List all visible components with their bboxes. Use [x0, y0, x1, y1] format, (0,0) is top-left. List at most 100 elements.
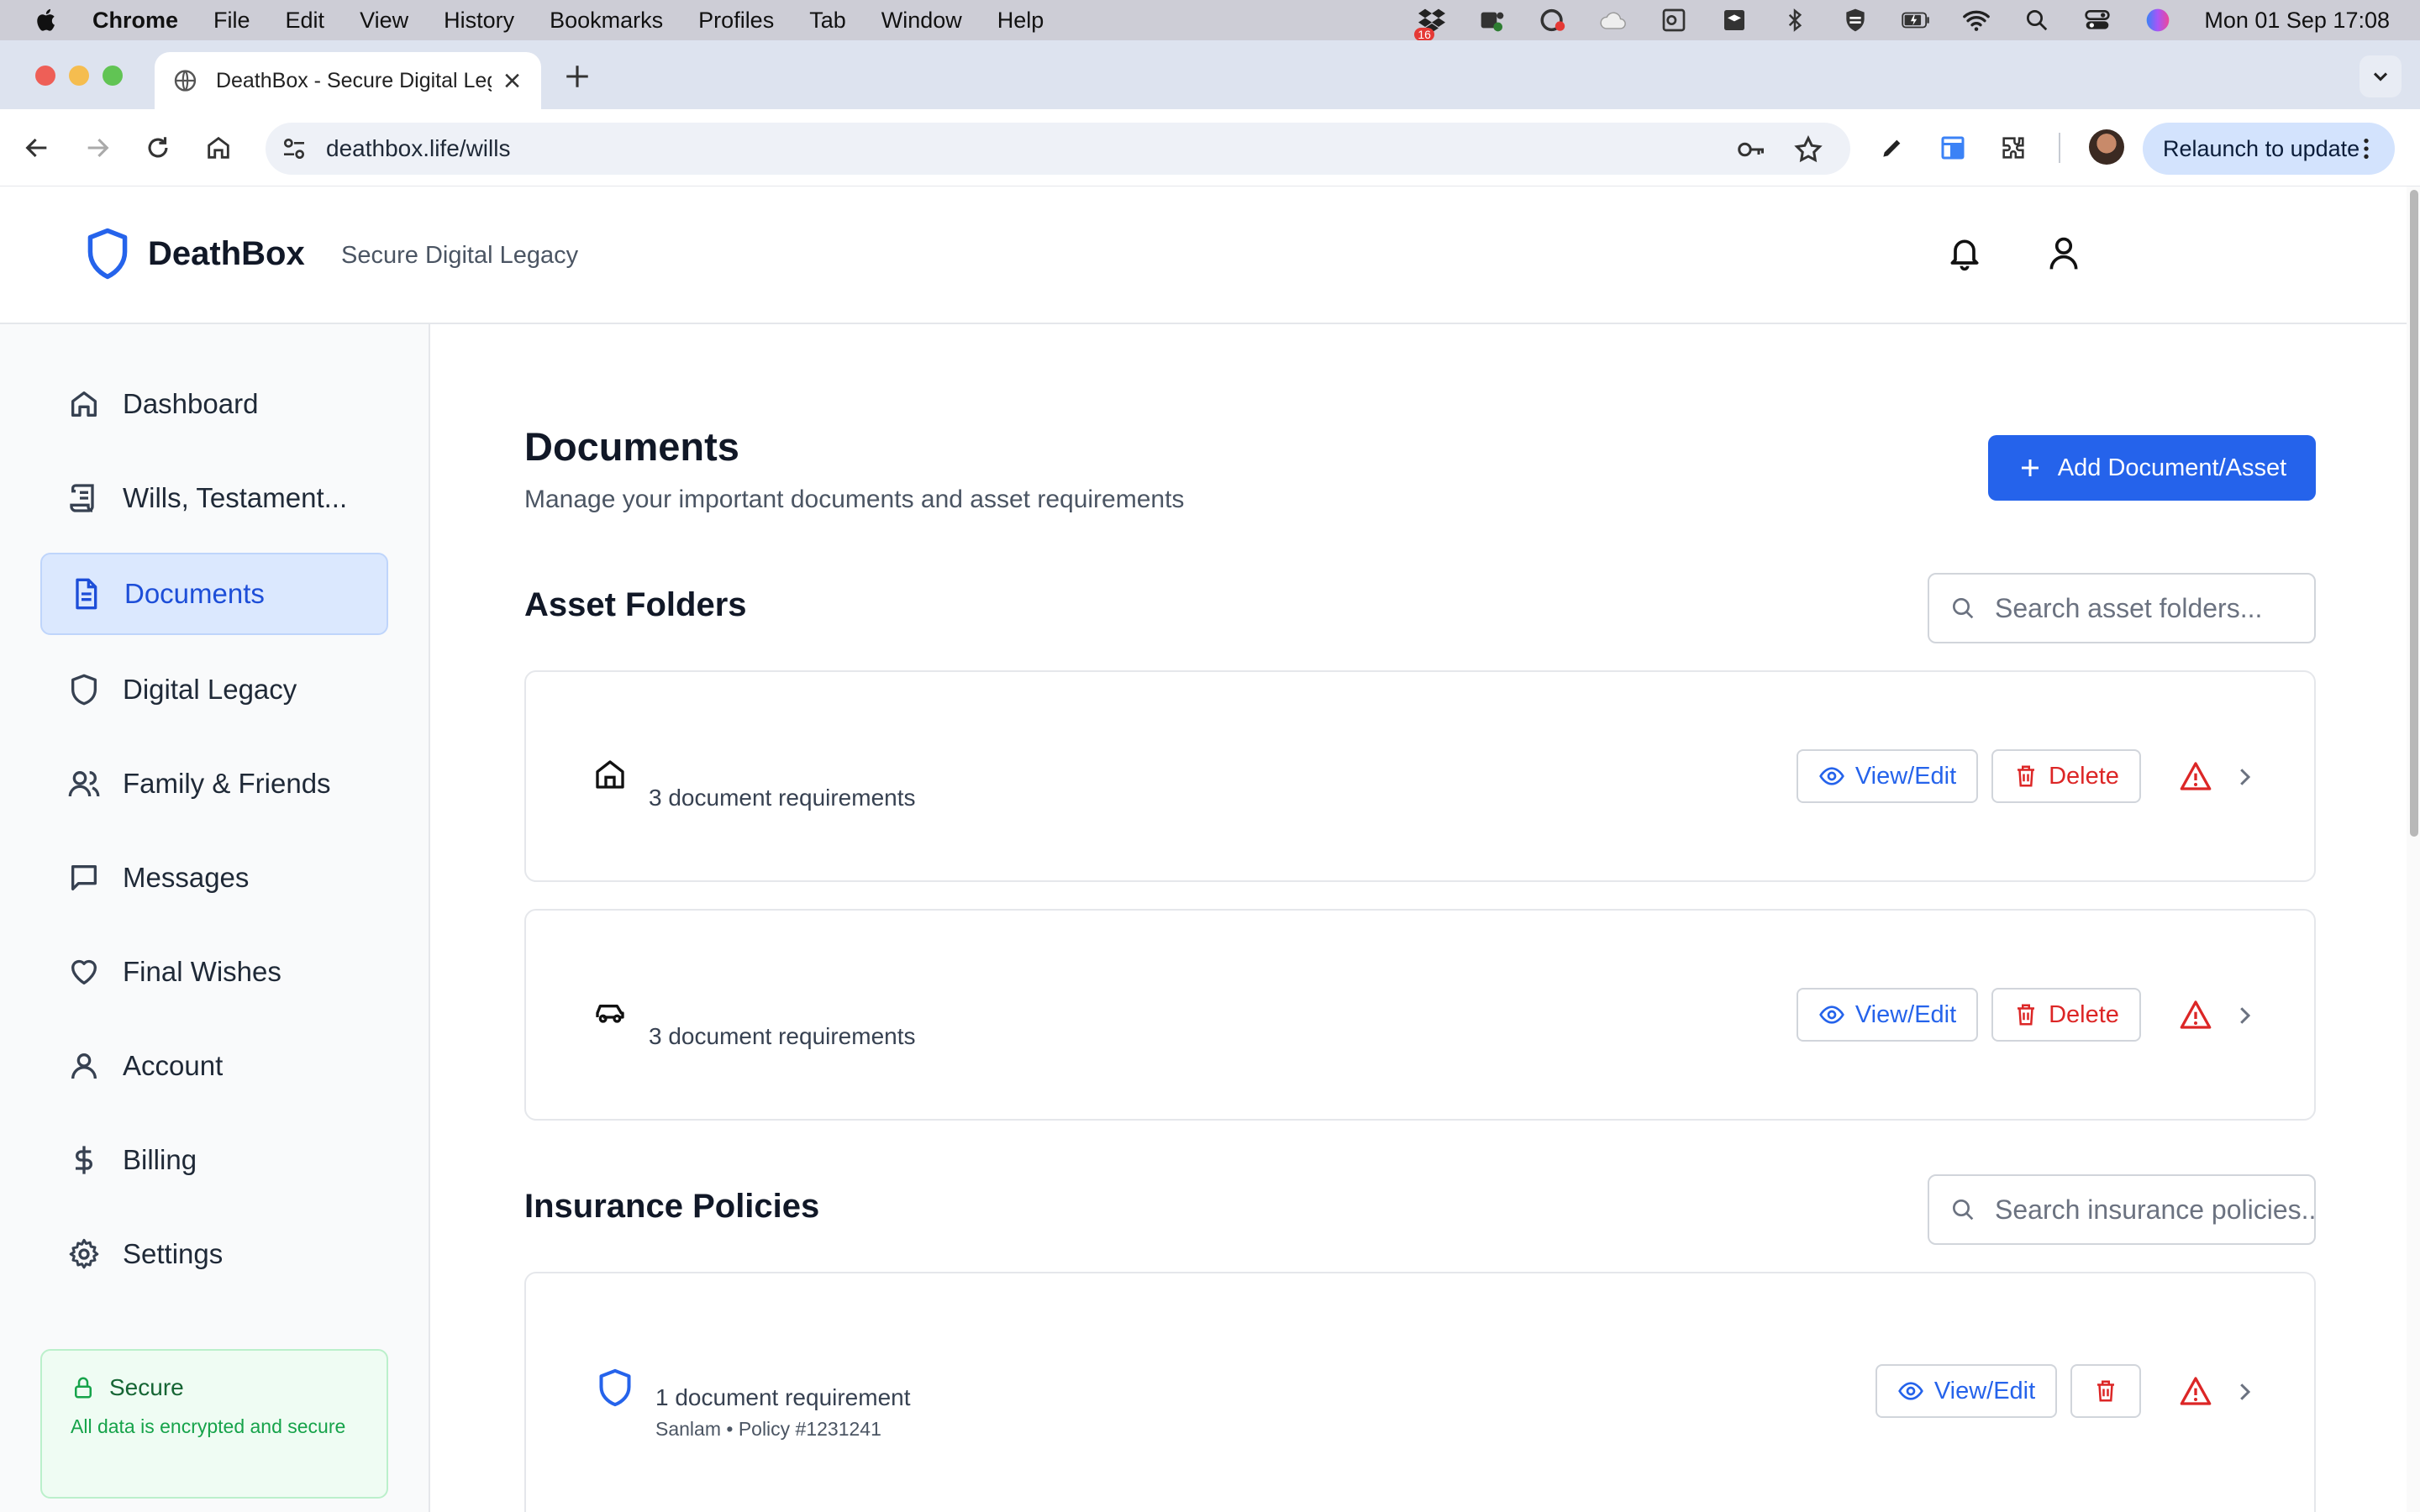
menubar-clock[interactable]: Mon 01 Sep 17:08 [2204, 8, 2390, 34]
menu-view[interactable]: View [360, 8, 408, 34]
insurance-policy-card[interactable]: 1 document requirement Sanlam • Policy #… [524, 1272, 2316, 1512]
layers-icon[interactable] [1720, 6, 1749, 34]
profile-avatar[interactable] [2089, 129, 2124, 165]
user-icon [71, 1053, 97, 1079]
browser-tab-active[interactable]: DeathBox - Secure Digital Legacy [155, 52, 541, 109]
siri-icon[interactable] [2144, 6, 2172, 34]
asset-folder-card[interactable]: 3 document requirements View/Edit Delete [524, 909, 2316, 1121]
house-icon [596, 760, 624, 789]
sidebar-item-label: Wills, Testament... [123, 482, 348, 513]
window-close-button[interactable] [35, 66, 55, 86]
message-icon [71, 865, 97, 890]
arrow-left-icon [25, 138, 47, 158]
view-edit-button[interactable]: View/Edit [1797, 749, 1978, 803]
extensions-puzzle-icon[interactable] [1996, 131, 2030, 165]
shield-icon [599, 1368, 631, 1407]
add-button-label: Add Document/Asset [2057, 454, 2287, 481]
wifi-icon[interactable] [1962, 6, 1991, 34]
sidebar-item-final-wishes[interactable]: Final Wishes [40, 931, 388, 1013]
bluetooth-icon[interactable] [1781, 6, 1809, 34]
spotlight-search-icon[interactable] [2023, 6, 2051, 34]
more-vertical-icon[interactable] [2353, 135, 2380, 162]
page-scrollbar-thumb[interactable] [2410, 190, 2418, 837]
menu-bookmarks[interactable]: Bookmarks [550, 8, 663, 34]
add-document-asset-button[interactable]: Add Document/Asset [1988, 435, 2316, 501]
relaunch-to-update-button[interactable]: Relaunch to update [2143, 123, 2395, 175]
sidebar-item-wills[interactable]: Wills, Testament... [40, 457, 388, 539]
back-button[interactable] [20, 131, 54, 165]
creative-cloud-icon[interactable] [1539, 6, 1567, 34]
chevron-down-icon [2373, 72, 2388, 81]
warning-triangle-icon[interactable] [2178, 759, 2213, 793]
icloud-icon[interactable] [1599, 6, 1628, 34]
menu-profiles[interactable]: Profiles [698, 8, 774, 34]
warning-triangle-icon[interactable] [2178, 998, 2213, 1032]
dropbox-icon[interactable]: 16 [1414, 6, 1446, 41]
bell-icon[interactable] [1946, 234, 1983, 274]
browser-toolbar: deathbox.life/wills Relaunch to update [0, 109, 2420, 186]
window-zoom-button[interactable] [103, 66, 123, 86]
eye-icon [1897, 1382, 1923, 1400]
sidebar-item-label: Messages [123, 862, 250, 893]
asset-folders-search-input[interactable] [1995, 592, 2314, 624]
menu-history[interactable]: History [444, 8, 514, 34]
view-edit-button[interactable]: View/Edit [1797, 988, 1978, 1042]
macos-menubar: Chrome File Edit View History Bookmarks … [0, 0, 2420, 41]
reload-button[interactable] [141, 131, 175, 165]
sidebar-item-settings[interactable]: Settings [40, 1213, 388, 1295]
chevron-right-icon[interactable] [2232, 1003, 2257, 1028]
home-button[interactable] [202, 131, 235, 165]
chevron-right-icon[interactable] [2232, 764, 2257, 790]
asset-folder-card[interactable]: 3 document requirements View/Edit Delete [524, 670, 2316, 882]
menu-help[interactable]: Help [997, 8, 1044, 34]
insurance-policies-search[interactable] [1928, 1174, 2316, 1245]
window-minimize-button[interactable] [69, 66, 89, 86]
delete-button[interactable] [2070, 1364, 2141, 1418]
gear-icon [69, 1238, 99, 1269]
sidebar-item-documents[interactable]: Documents [40, 553, 388, 635]
sidebar-item-dashboard[interactable]: Dashboard [40, 363, 388, 445]
asset-folders-search[interactable] [1928, 573, 2316, 643]
vpn-icon[interactable] [1841, 6, 1870, 34]
delete-button[interactable]: Delete [1991, 749, 2141, 803]
brand-name[interactable]: DeathBox [148, 235, 305, 273]
sidebar-item-digital-legacy[interactable]: Digital Legacy [40, 648, 388, 731]
warning-triangle-icon[interactable] [2178, 1374, 2213, 1408]
home-icon [71, 391, 97, 417]
bookmark-star-icon[interactable] [1793, 134, 1823, 165]
sidebar-panel-icon[interactable] [1936, 131, 1970, 165]
notification-badge: 16 [1414, 28, 1434, 41]
delete-button[interactable]: Delete [1991, 988, 2141, 1042]
sidebar-item-account[interactable]: Account [40, 1025, 388, 1107]
address-bar[interactable]: deathbox.life/wills [266, 123, 1850, 175]
reload-icon [148, 137, 168, 158]
menu-window[interactable]: Window [881, 8, 962, 34]
outlook-icon[interactable] [1660, 6, 1688, 34]
view-edit-label: View/Edit [1933, 1377, 2036, 1404]
teams-icon[interactable] [1478, 6, 1507, 34]
sidebar-item-messages[interactable]: Messages [40, 837, 388, 919]
tab-close-icon[interactable] [502, 70, 523, 92]
menu-edit[interactable]: Edit [286, 8, 325, 34]
brand-shield-logo-icon[interactable] [84, 227, 131, 281]
pen-extension-icon[interactable] [1876, 131, 1909, 165]
battery-icon[interactable] [1902, 6, 1930, 34]
insurance-policies-search-input[interactable] [1995, 1194, 2314, 1226]
control-center-icon[interactable] [2083, 6, 2112, 34]
sidebar-item-family-friends[interactable]: Family & Friends [40, 743, 388, 825]
tab-search-button[interactable] [2360, 55, 2402, 97]
user-profile-icon[interactable] [2045, 234, 2082, 274]
menu-file[interactable]: File [213, 8, 250, 34]
password-key-icon[interactable] [1736, 134, 1766, 165]
site-settings-icon[interactable] [281, 135, 308, 162]
new-tab-plus-icon[interactable] [563, 62, 592, 91]
forward-button[interactable] [81, 131, 114, 165]
chevron-right-icon[interactable] [2232, 1379, 2257, 1404]
sidebar-item-billing[interactable]: Billing [40, 1119, 388, 1201]
url-text[interactable]: deathbox.life/wills [326, 135, 510, 162]
trash-icon [2018, 1004, 2035, 1026]
menu-tab[interactable]: Tab [809, 8, 846, 34]
apple-icon[interactable] [34, 7, 60, 34]
menu-app-name[interactable]: Chrome [92, 8, 178, 34]
view-edit-button[interactable]: View/Edit [1876, 1364, 2057, 1418]
